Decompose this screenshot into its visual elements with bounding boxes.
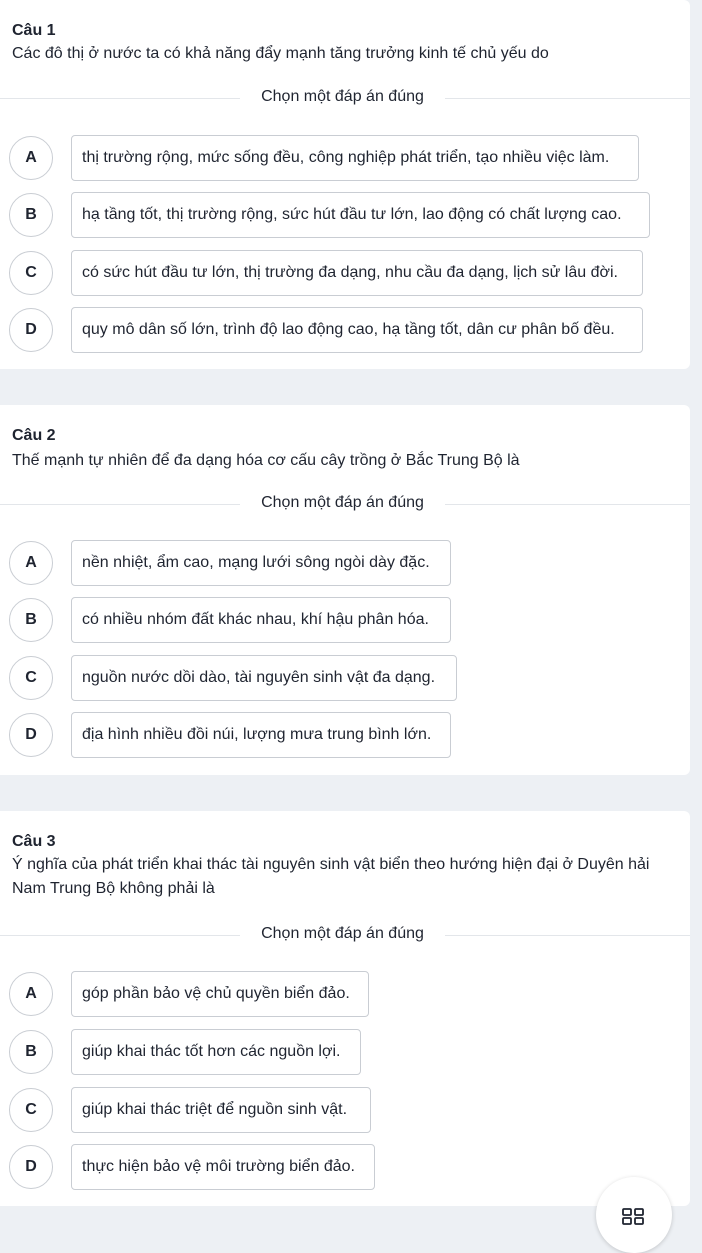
option-c[interactable]: nguồn nước dồi dào, tài nguyên sinh vật … <box>71 655 457 701</box>
question-text: Các đô thị ở nước ta có khả năng đẩy mạn… <box>12 45 549 62</box>
question-number: Câu 1 <box>12 22 56 39</box>
option-d[interactable]: thực hiện bảo vệ môi trường biển đảo. <box>71 1144 375 1190</box>
grid-menu-button[interactable] <box>596 1177 672 1253</box>
question-number: Câu 2 <box>12 427 56 444</box>
option-d[interactable]: địa hình nhiều đồi núi, lượng mưa trung … <box>71 712 451 758</box>
option-a-letter[interactable]: A <box>9 541 53 585</box>
option-b-letter[interactable]: B <box>9 193 53 237</box>
option-c-letter[interactable]: C <box>9 656 53 700</box>
option-a[interactable]: góp phần bảo vệ chủ quyền biển đảo. <box>71 971 369 1017</box>
question-text: Thế mạnh tự nhiên để đa dạng hóa cơ cấu … <box>12 452 520 469</box>
option-b[interactable]: có nhiều nhóm đất khác nhau, khí hậu phâ… <box>71 597 451 643</box>
option-d[interactable]: quy mô dân số lớn, trình độ lao động cao… <box>71 307 643 353</box>
option-a-letter[interactable]: A <box>9 972 53 1016</box>
option-c-letter[interactable]: C <box>9 1088 53 1132</box>
grid-menu-icon <box>622 1208 644 1225</box>
choose-answer-label: Chọn một đáp án đúng <box>240 925 445 943</box>
option-d-letter[interactable]: D <box>9 308 53 352</box>
option-b-letter[interactable]: B <box>9 1030 53 1074</box>
option-c-letter[interactable]: C <box>9 251 53 295</box>
choose-answer-label: Chọn một đáp án đúng <box>240 88 445 106</box>
question-card-3: Câu 3 Ý nghĩa của phát triển khai thác t… <box>0 811 690 1206</box>
option-c[interactable]: có sức hút đầu tư lớn, thị trường đa dạn… <box>71 250 643 296</box>
question-card-1: Câu 1 Các đô thị ở nước ta có khả năng đ… <box>0 0 690 369</box>
option-c[interactable]: giúp khai thác triệt để nguồn sinh vật. <box>71 1087 371 1133</box>
option-b[interactable]: giúp khai thác tốt hơn các nguồn lợi. <box>71 1029 361 1075</box>
question-text: Ý nghĩa của phát triển khai thác tài ngu… <box>12 856 650 897</box>
question-card-2: Câu 2 Thế mạnh tự nhiên để đa dạng hóa c… <box>0 405 690 775</box>
option-d-letter[interactable]: D <box>9 713 53 757</box>
option-a[interactable]: nền nhiệt, ẩm cao, mạng lưới sông ngòi d… <box>71 540 451 586</box>
option-b-letter[interactable]: B <box>9 598 53 642</box>
option-a[interactable]: thị trường rộng, mức sống đều, công nghi… <box>71 135 639 181</box>
option-b[interactable]: hạ tầng tốt, thị trường rộng, sức hút đầ… <box>71 192 650 238</box>
option-a-letter[interactable]: A <box>9 136 53 180</box>
question-number: Câu 3 <box>12 833 56 850</box>
option-d-letter[interactable]: D <box>9 1145 53 1189</box>
choose-answer-label: Chọn một đáp án đúng <box>240 494 445 512</box>
